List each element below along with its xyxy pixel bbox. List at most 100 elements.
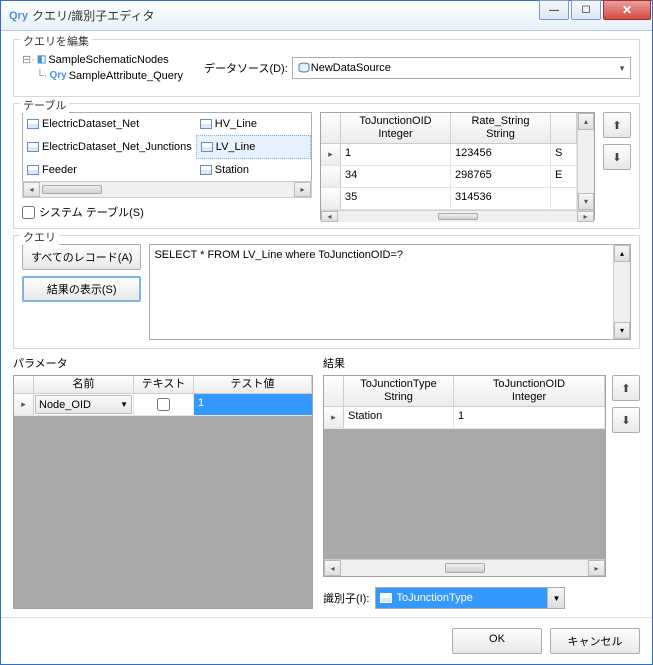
window-title: クエリ/識別子エディタ xyxy=(32,7,538,24)
table-icon xyxy=(27,165,39,175)
identifier-select[interactable]: ToJunctionType ▼ xyxy=(375,587,565,609)
dialog-footer: OK キャンセル xyxy=(1,617,652,664)
param-grid[interactable]: 名前 テキスト テスト値 ▸ Node_OID ▼ xyxy=(13,375,313,609)
table-icon xyxy=(380,593,392,603)
move-up-button[interactable]: ⬆ xyxy=(612,375,640,401)
database-icon xyxy=(297,62,311,74)
table-row[interactable]: ▸1123456S xyxy=(321,144,577,166)
param-name-value: Node_OID xyxy=(39,399,91,411)
qry-icon: Qry xyxy=(9,10,28,22)
move-down-button[interactable]: ⬇ xyxy=(612,407,640,433)
param-col-text[interactable]: テキスト xyxy=(134,376,194,393)
query-editor-window: Qry クエリ/識別子エディタ — ☐ ✕ クエリを編集 ⊟· ◧ Sample… xyxy=(0,0,653,665)
edit-query-group: クエリを編集 ⊟· ◧ SampleSchematicNodes └· Qry … xyxy=(13,39,640,97)
move-down-button[interactable]: ⬇ xyxy=(603,144,631,170)
table-icon xyxy=(27,142,39,152)
edit-query-label: クエリを編集 xyxy=(20,33,92,49)
result-grid[interactable]: ToJunctionType String ToJunctionOID Inte… xyxy=(323,375,606,577)
tree-child[interactable]: SampleAttribute_Query xyxy=(69,68,183,84)
system-tables-checkbox[interactable] xyxy=(22,206,35,219)
scroll-down-button[interactable]: ▾ xyxy=(578,193,594,210)
tables-group: テーブル ElectricDataset_NetHV_LineElectricD… xyxy=(13,103,640,229)
sql-textarea[interactable]: SELECT * FROM LV_Line where ToJunctionOI… xyxy=(149,244,631,340)
dropdown-arrow-icon: ▼ xyxy=(618,64,626,73)
scroll-left-button[interactable]: ◂ xyxy=(324,560,341,576)
result-cell-1[interactable]: 1 xyxy=(454,407,605,428)
scroll-thumb[interactable] xyxy=(438,213,478,220)
table-item[interactable]: Station xyxy=(196,159,311,181)
row-selector-icon[interactable] xyxy=(321,188,341,209)
scroll-left-button[interactable]: ◂ xyxy=(23,182,40,197)
param-label: パラメータ xyxy=(13,355,313,371)
maximize-button[interactable]: ☐ xyxy=(571,0,601,20)
table-row[interactable]: 34298765E xyxy=(321,166,577,188)
ok-button[interactable]: OK xyxy=(452,628,542,654)
scroll-thumb[interactable] xyxy=(42,185,102,194)
row-selector-icon[interactable]: ▸ xyxy=(324,407,344,428)
table-icon xyxy=(200,165,212,175)
dropdown-arrow-icon[interactable]: ▼ xyxy=(547,588,564,608)
scroll-right-button[interactable]: ▸ xyxy=(577,211,594,222)
scroll-thumb[interactable] xyxy=(445,563,485,573)
scroll-down-button[interactable]: ▾ xyxy=(614,322,630,339)
result-hscrollbar[interactable]: ◂ ▸ xyxy=(324,559,605,576)
table-list-scrollbar[interactable]: ◂ ▸ xyxy=(22,181,312,198)
row-selector-icon[interactable]: ▸ xyxy=(321,144,341,165)
table-item[interactable]: ElectricDataset_Net xyxy=(23,113,196,135)
result-col-0[interactable]: ToJunctionType xyxy=(348,378,449,391)
table-item[interactable]: LV_Line xyxy=(196,135,311,159)
cancel-button[interactable]: キャンセル xyxy=(550,628,640,654)
result-coltype-1: Integer xyxy=(458,391,600,404)
table-list[interactable]: ElectricDataset_NetHV_LineElectricDatase… xyxy=(22,112,312,182)
identifier-value: ToJunctionType xyxy=(396,592,472,604)
datasource-select[interactable]: NewDataSource ▼ xyxy=(292,57,631,79)
row-selector-icon[interactable] xyxy=(321,166,341,187)
table-item[interactable]: Feeder xyxy=(23,159,196,181)
col-header-0[interactable]: ToJunctionOID xyxy=(345,115,446,128)
grid-vscrollbar[interactable]: ▴ ▾ xyxy=(577,113,594,210)
sql-text: SELECT * FROM LV_Line where ToJunctionOI… xyxy=(154,249,403,261)
table-icon xyxy=(200,119,212,129)
col-type-0: Integer xyxy=(345,128,446,141)
system-tables-label: システム テーブル(S) xyxy=(39,204,144,220)
table-icon xyxy=(201,142,213,152)
result-label: 結果 xyxy=(323,355,640,371)
scroll-left-button[interactable]: ◂ xyxy=(321,211,338,222)
qry-icon: Qry xyxy=(49,68,66,84)
param-text-checkbox[interactable] xyxy=(157,398,170,411)
tables-data-grid[interactable]: ToJunctionOID Integer Rate_String String… xyxy=(320,112,595,220)
move-up-button[interactable]: ⬆ xyxy=(603,112,631,138)
table-item[interactable]: ElectricDataset_Net_Junctions xyxy=(23,135,196,159)
tree-root[interactable]: SampleSchematicNodes xyxy=(48,52,168,68)
col-header-1[interactable]: Rate_String xyxy=(455,115,546,128)
table-icon xyxy=(27,119,39,129)
schematic-icon: ◧ xyxy=(37,52,46,68)
result-cell-0[interactable]: Station xyxy=(344,407,454,428)
scroll-up-button[interactable]: ▴ xyxy=(614,245,630,262)
close-button[interactable]: ✕ xyxy=(603,0,651,20)
table-item[interactable]: HV_Line xyxy=(196,113,311,135)
col-type-1: String xyxy=(455,128,546,141)
table-row[interactable]: 35314536 xyxy=(321,188,577,210)
param-col-testval[interactable]: テスト値 xyxy=(194,376,312,393)
scroll-right-button[interactable]: ▸ xyxy=(588,560,605,576)
minimize-button[interactable]: — xyxy=(539,0,569,20)
dropdown-arrow-icon: ▼ xyxy=(120,400,128,409)
scroll-right-button[interactable]: ▸ xyxy=(294,182,311,197)
tables-label: テーブル xyxy=(20,97,69,113)
show-results-button[interactable]: 結果の表示(S) xyxy=(22,276,141,302)
query-tree[interactable]: ⊟· ◧ SampleSchematicNodes └· Qry SampleA… xyxy=(22,48,196,88)
result-col-1[interactable]: ToJunctionOID xyxy=(458,378,600,391)
result-coltype-0: String xyxy=(348,391,449,404)
scroll-up-button[interactable]: ▴ xyxy=(578,113,594,130)
titlebar: Qry クエリ/識別子エディタ — ☐ ✕ xyxy=(1,1,652,31)
identifier-label: 識別子(I): xyxy=(323,590,369,606)
datasource-value: NewDataSource xyxy=(311,62,391,74)
param-testvalue-cell[interactable]: 1 xyxy=(194,394,312,415)
row-selector-icon[interactable]: ▸ xyxy=(14,394,34,415)
query-group: クエリ すべてのレコード(A) 結果の表示(S) SELECT * FROM L… xyxy=(13,235,640,349)
all-records-button[interactable]: すべてのレコード(A) xyxy=(22,244,141,270)
param-col-name[interactable]: 名前 xyxy=(34,376,134,393)
grid-hscrollbar[interactable]: ◂ ▸ xyxy=(321,210,594,222)
param-name-select[interactable]: Node_OID ▼ xyxy=(35,395,132,414)
